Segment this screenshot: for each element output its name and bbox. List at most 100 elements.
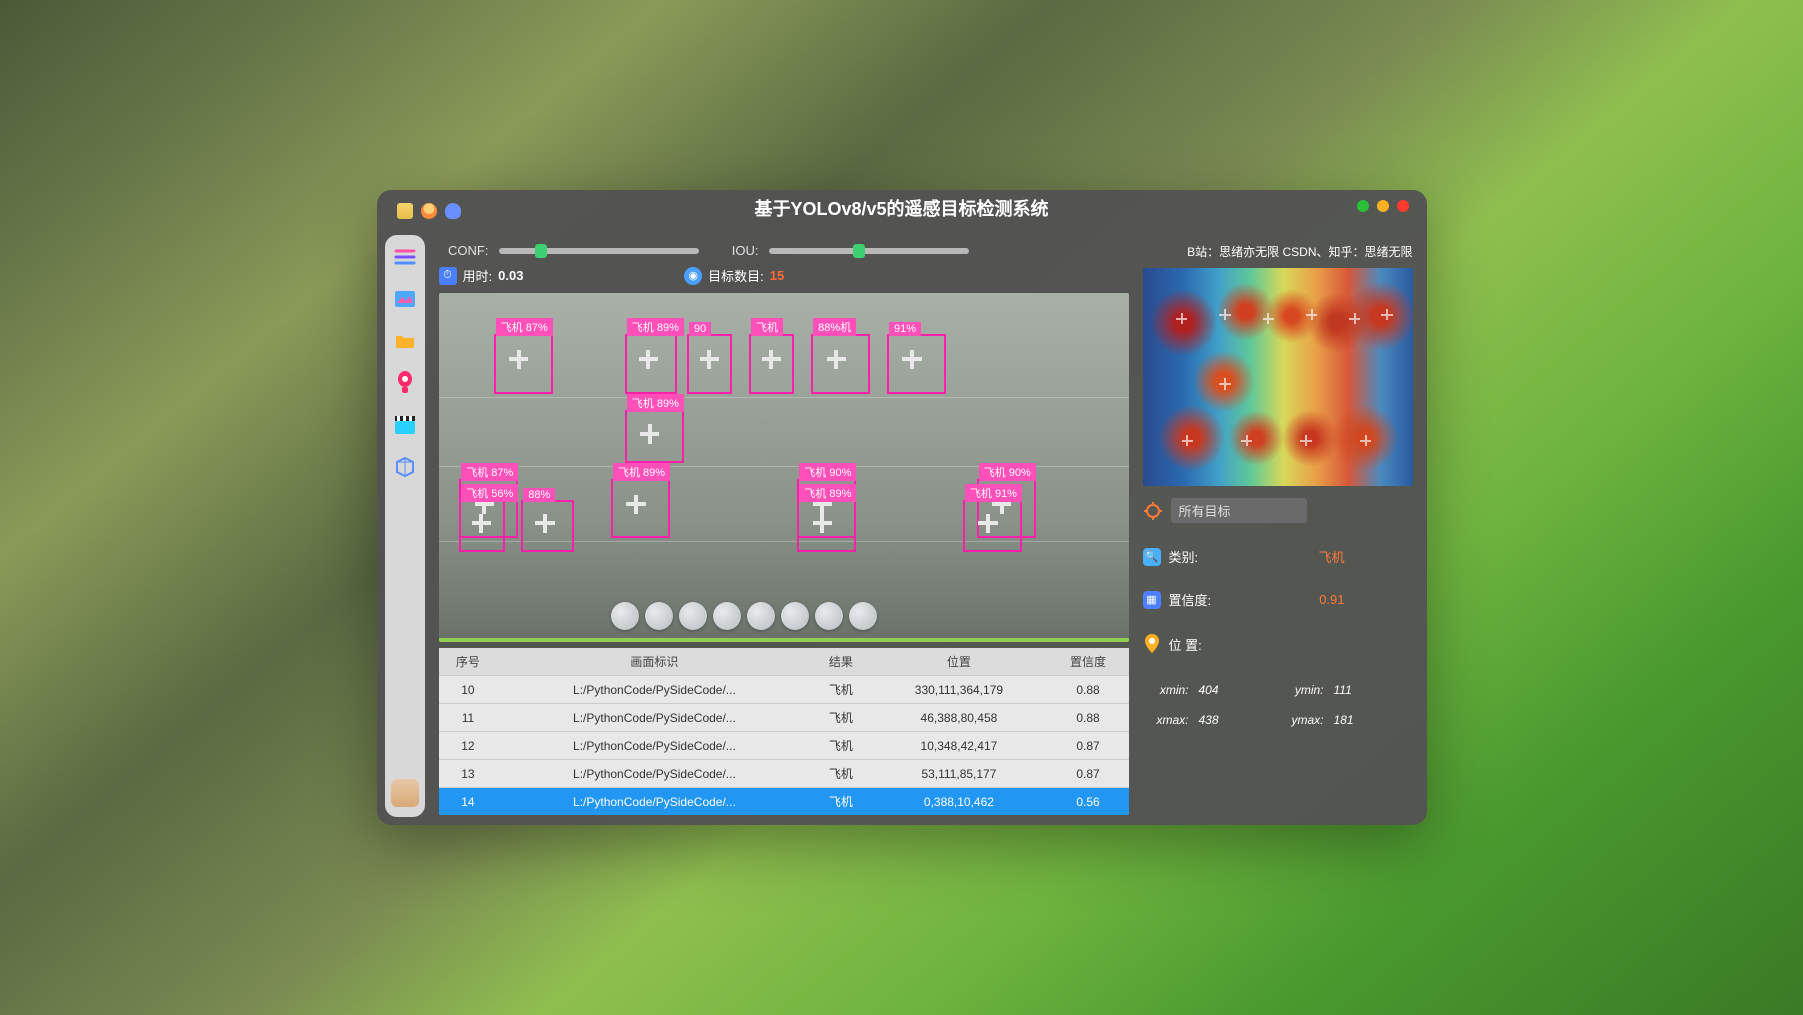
- sidebar-image-icon[interactable]: [392, 287, 418, 311]
- detection-box[interactable]: 91%: [887, 334, 946, 393]
- heatmap-airplane-icon: [1359, 434, 1373, 448]
- target-select[interactable]: [1171, 498, 1307, 523]
- user-avatar[interactable]: [391, 779, 419, 807]
- traffic-green[interactable]: [1357, 200, 1369, 212]
- detection-box[interactable]: 90: [687, 334, 732, 393]
- heatmap-airplane-icon: [1180, 434, 1194, 448]
- location-label: 位 置:: [1169, 635, 1202, 654]
- table-row[interactable]: 13L:/PythonCode/PySideCode/...飞机53,111,8…: [439, 760, 1129, 788]
- left-column: CONF: IOU: ⏱ 用时: 0.03 ◉ 目标数目: 15: [439, 233, 1129, 815]
- detection-label: 飞机 89%: [613, 463, 670, 481]
- conf-slider[interactable]: [499, 248, 699, 254]
- detection-box[interactable]: 88%: [521, 500, 573, 552]
- table-header[interactable]: 置信度: [1048, 648, 1129, 676]
- titlebar: 基于YOLOv8/v5的遥感目标检测系统: [377, 190, 1427, 227]
- table-row[interactable]: 10L:/PythonCode/PySideCode/...飞机330,111,…: [439, 676, 1129, 704]
- detection-box[interactable]: 飞机 89%: [625, 410, 684, 462]
- conf-label: CONF:: [439, 243, 489, 258]
- heatmap-airplane-icon: [1380, 307, 1394, 321]
- ymax-label: ymax:: [1278, 713, 1324, 727]
- xmin-value: 404: [1199, 683, 1219, 697]
- crosshair-icon: [1143, 501, 1163, 521]
- confidence-icon: ▦: [1143, 591, 1161, 609]
- app-icon: [397, 203, 413, 219]
- time-value: 0.03: [498, 268, 548, 283]
- detection-label: 88%机: [813, 318, 856, 336]
- info-line: ⏱ 用时: 0.03 ◉ 目标数目: 15: [439, 264, 1129, 293]
- sidebar-cube-icon[interactable]: [392, 455, 418, 479]
- heatmap-airplane-icon: [1240, 434, 1254, 448]
- airplane-icon: [638, 422, 662, 446]
- ymax-value: 181: [1334, 713, 1354, 727]
- sidebar: [385, 235, 425, 817]
- detection-label: 90: [689, 322, 711, 336]
- detection-image[interactable]: 飞机 87%飞机 89%90飞机88%机91%飞机 89%飞机 87%飞机 56…: [439, 293, 1129, 642]
- confidence-value: 0.91: [1319, 592, 1344, 607]
- detection-box[interactable]: 飞机 87%: [494, 334, 553, 393]
- sidebar-record-icon[interactable]: [392, 371, 418, 395]
- class-label: 类别:: [1169, 547, 1199, 566]
- detection-label: 飞机 56%: [461, 484, 518, 502]
- airplane-icon: [824, 347, 848, 371]
- heatmap-airplane-icon: [1348, 312, 1362, 326]
- heatmap-airplane-icon: [1299, 434, 1313, 448]
- count-label: 目标数目:: [708, 266, 764, 285]
- coords-grid: xmin:404 ymin:111 xmax:438 ymax:181: [1143, 675, 1413, 735]
- table-row[interactable]: 14L:/PythonCode/PySideCode/...飞机0,388,10…: [439, 788, 1129, 816]
- detection-box[interactable]: 飞机 89%: [625, 334, 677, 393]
- table-row[interactable]: 12L:/PythonCode/PySideCode/...飞机10,348,4…: [439, 732, 1129, 760]
- window-title: 基于YOLOv8/v5的遥感目标检测系统: [754, 195, 1048, 221]
- detection-box[interactable]: 飞机 89%: [797, 500, 856, 552]
- results-table[interactable]: 序号画面标识结果位置置信度 10L:/PythonCode/PySideCode…: [439, 648, 1129, 815]
- traffic-red[interactable]: [1397, 200, 1409, 212]
- iou-slider[interactable]: [769, 248, 969, 254]
- heatmap-airplane-icon: [1218, 307, 1232, 321]
- timer-icon: ⏱: [439, 267, 457, 285]
- detection-label: 飞机 90%: [799, 463, 856, 481]
- detection-box[interactable]: 飞机: [749, 334, 794, 393]
- airplane-icon: [976, 512, 1000, 536]
- sidebar-clapper-icon[interactable]: [392, 413, 418, 437]
- traffic-yellow[interactable]: [1377, 200, 1389, 212]
- detection-box[interactable]: 88%机: [811, 334, 870, 393]
- airplane-icon: [697, 347, 721, 371]
- xmax-value: 438: [1199, 713, 1219, 727]
- ymin-value: 111: [1334, 683, 1352, 697]
- sidebar-folder-icon[interactable]: [392, 329, 418, 353]
- class-icon: 🔍: [1143, 548, 1161, 566]
- sidebar-menu-icon[interactable]: [392, 245, 418, 269]
- user-icon[interactable]: [421, 203, 437, 219]
- detection-label: 飞机 91%: [965, 484, 1022, 502]
- airplane-icon: [469, 512, 493, 536]
- airplane-icon: [636, 347, 660, 371]
- table-row[interactable]: 11L:/PythonCode/PySideCode/...飞机46,388,8…: [439, 704, 1129, 732]
- results-table-wrap: 序号画面标识结果位置置信度 10L:/PythonCode/PySideCode…: [439, 648, 1129, 815]
- airplane-icon: [810, 512, 834, 536]
- heatmap-image[interactable]: [1143, 268, 1413, 486]
- detection-box[interactable]: 飞机 91%: [963, 500, 1022, 552]
- iou-label: IOU:: [709, 243, 759, 258]
- airplane-icon: [624, 492, 648, 516]
- location-pin-icon: [1143, 633, 1161, 655]
- storage-tanks: [611, 602, 877, 630]
- detection-box[interactable]: 飞机 56%: [459, 500, 504, 552]
- table-header[interactable]: 结果: [811, 648, 870, 676]
- detection-label: 飞机: [751, 318, 783, 336]
- heatmap-airplane-icon: [1175, 312, 1189, 326]
- table-header[interactable]: 位置: [870, 648, 1047, 676]
- table-header[interactable]: 画面标识: [497, 648, 811, 676]
- airplane-icon: [533, 512, 557, 536]
- titlebar-icons: [397, 203, 461, 219]
- table-header[interactable]: 序号: [439, 648, 498, 676]
- confidence-label: 置信度:: [1169, 590, 1212, 609]
- airplane-icon: [759, 347, 783, 371]
- ymin-label: ymin:: [1278, 683, 1324, 697]
- confidence-row: ▦ 置信度: 0.91: [1143, 590, 1413, 609]
- bell-icon[interactable]: [445, 203, 461, 219]
- airplane-icon: [507, 347, 531, 371]
- target-select-row: [1143, 498, 1413, 523]
- main-area: CONF: IOU: ⏱ 用时: 0.03 ◉ 目标数目: 15: [425, 227, 1427, 825]
- airplane-icon: [900, 347, 924, 371]
- detection-box[interactable]: 飞机 89%: [611, 479, 670, 538]
- xmin-label: xmin:: [1143, 683, 1189, 697]
